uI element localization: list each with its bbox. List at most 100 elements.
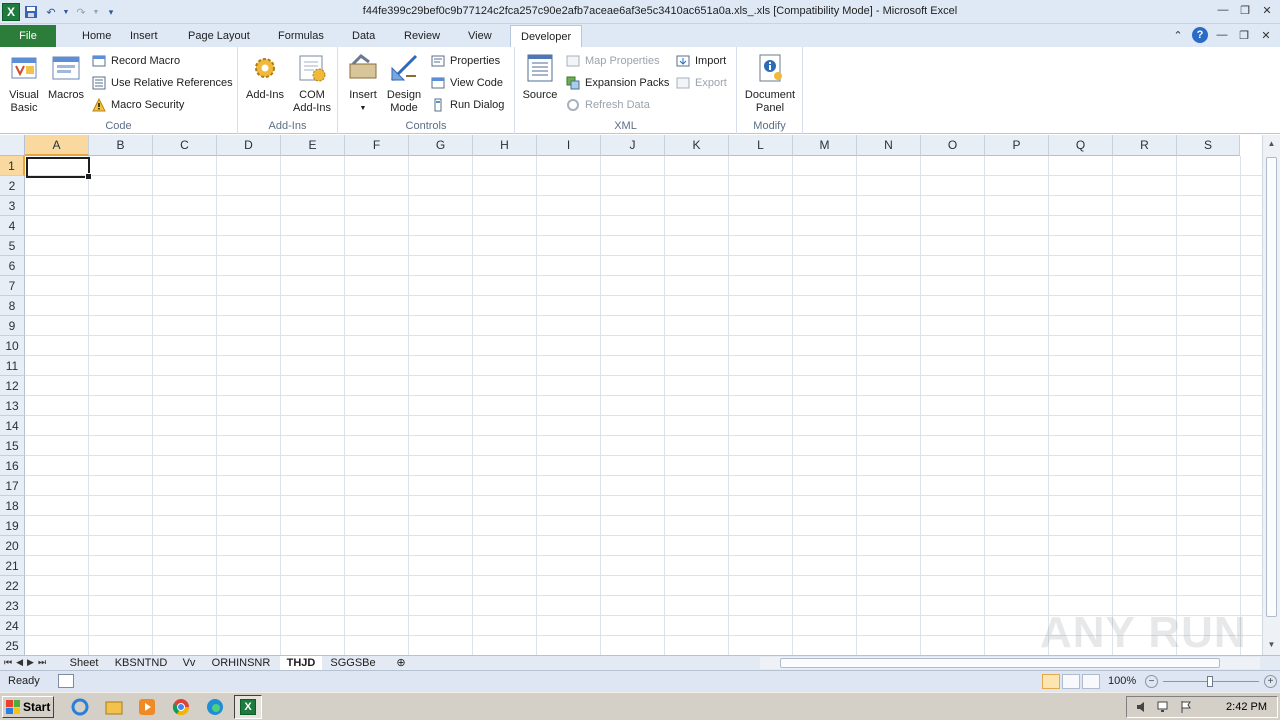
column-header[interactable]: N <box>857 135 921 156</box>
tab-insert[interactable]: Insert <box>120 25 168 47</box>
row-header[interactable]: 25 <box>0 636 25 656</box>
tab-formulas[interactable]: Formulas <box>268 25 334 47</box>
sheet-tab[interactable]: Sheet <box>66 656 102 670</box>
workbook-close-icon[interactable]: ✕ <box>1258 27 1274 43</box>
insert-controls-button[interactable]: Insert ▼ <box>344 51 382 115</box>
column-header[interactable]: F <box>345 135 409 156</box>
sheet-tab-active[interactable]: THJD <box>280 656 322 670</box>
row-header[interactable]: 19 <box>0 516 25 536</box>
column-header[interactable]: C <box>153 135 217 156</box>
restore-button[interactable]: ❐ <box>1236 2 1254 18</box>
row-header[interactable]: 20 <box>0 536 25 556</box>
edge-icon[interactable] <box>205 697 225 717</box>
row-header[interactable]: 4 <box>0 216 25 236</box>
zoom-in-icon[interactable]: + <box>1264 675 1277 688</box>
column-header[interactable]: H <box>473 135 537 156</box>
volume-icon[interactable] <box>1135 700 1149 714</box>
column-header[interactable]: S <box>1177 135 1240 156</box>
action-center-flag-icon[interactable] <box>1179 700 1193 714</box>
column-header[interactable]: Q <box>1049 135 1113 156</box>
column-header[interactable]: K <box>665 135 729 156</box>
expansion-packs-button[interactable]: Expansion Packs <box>565 74 669 92</box>
sheet-tab[interactable]: SGGSBe <box>328 656 378 670</box>
tab-view[interactable]: View <box>458 25 502 47</box>
scroll-down-icon[interactable]: ▼ <box>1266 640 1277 651</box>
export-button[interactable]: Export <box>675 74 727 92</box>
row-header[interactable]: 13 <box>0 396 25 416</box>
column-header[interactable]: G <box>409 135 473 156</box>
sheet-tab[interactable]: Vv <box>178 656 200 670</box>
active-cell[interactable] <box>26 157 92 180</box>
media-player-icon[interactable] <box>137 697 157 717</box>
close-button[interactable]: ✕ <box>1258 2 1276 18</box>
addins-button[interactable]: Add-Ins <box>244 51 286 102</box>
minimize-button[interactable]: — <box>1214 2 1232 18</box>
row-header[interactable]: 12 <box>0 376 25 396</box>
zoom-out-icon[interactable]: − <box>1145 675 1158 688</box>
first-sheet-icon[interactable]: ⏮ <box>4 657 12 668</box>
row-header[interactable]: 3 <box>0 196 25 216</box>
design-mode-button[interactable]: Design Mode <box>384 51 424 115</box>
row-header[interactable]: 11 <box>0 356 25 376</box>
record-macro-button[interactable]: Record Macro <box>91 52 180 70</box>
tab-developer[interactable]: Developer <box>510 25 583 48</box>
horizontal-scroll-thumb[interactable] <box>780 658 1220 668</box>
tab-page-layout[interactable]: Page Layout <box>178 25 260 47</box>
com-addins-button[interactable]: COM Add-Ins <box>290 51 334 115</box>
row-header[interactable]: 23 <box>0 596 25 616</box>
column-header[interactable]: O <box>921 135 985 156</box>
use-relative-references-button[interactable]: Use Relative References <box>91 74 233 92</box>
row-header[interactable]: 17 <box>0 476 25 496</box>
row-header[interactable]: 8 <box>0 296 25 316</box>
source-button[interactable]: Source <box>521 51 559 102</box>
normal-view-button[interactable] <box>1042 674 1060 689</box>
excel-taskbar-icon[interactable]: X <box>234 695 262 719</box>
vertical-scrollbar[interactable]: ▲ ▼ <box>1262 135 1280 655</box>
workbook-restore-icon[interactable]: ❐ <box>1236 27 1252 43</box>
clock[interactable]: 2:42 PM <box>1226 701 1267 713</box>
select-all-corner[interactable] <box>0 135 25 156</box>
run-dialog-button[interactable]: Run Dialog <box>430 96 504 114</box>
column-header[interactable]: A <box>25 135 89 156</box>
sheet-tab[interactable]: ORHINSNR <box>208 656 274 670</box>
folder-icon[interactable] <box>104 697 124 717</box>
help-icon[interactable]: ? <box>1192 27 1208 43</box>
macro-record-status-icon[interactable] <box>58 674 74 688</box>
row-header[interactable]: 1 <box>0 156 25 176</box>
workbook-minimize-icon[interactable]: — <box>1214 27 1230 43</box>
tab-review[interactable]: Review <box>394 25 450 47</box>
vertical-scroll-thumb[interactable] <box>1266 157 1277 617</box>
scroll-up-icon[interactable]: ▲ <box>1266 139 1277 150</box>
view-code-button[interactable]: View Code <box>430 74 503 92</box>
chrome-icon[interactable] <box>171 697 191 717</box>
row-header[interactable]: 6 <box>0 256 25 276</box>
macro-security-button[interactable]: Macro Security <box>91 96 184 114</box>
row-header[interactable]: 14 <box>0 416 25 436</box>
column-header[interactable]: B <box>89 135 153 156</box>
row-header[interactable]: 15 <box>0 436 25 456</box>
column-header[interactable]: I <box>537 135 601 156</box>
row-header[interactable]: 22 <box>0 576 25 596</box>
refresh-data-button[interactable]: Refresh Data <box>565 96 650 114</box>
prev-sheet-icon[interactable]: ◀ <box>16 657 23 668</box>
zoom-level[interactable]: 100% <box>1108 675 1136 687</box>
column-header[interactable]: L <box>729 135 793 156</box>
cell-grid[interactable] <box>25 156 1262 656</box>
row-header[interactable]: 21 <box>0 556 25 576</box>
column-header[interactable]: M <box>793 135 857 156</box>
row-header[interactable]: 7 <box>0 276 25 296</box>
macros-button[interactable]: Macros <box>46 51 86 102</box>
insert-sheet-icon[interactable]: ⊕ <box>392 656 410 670</box>
row-header[interactable]: 9 <box>0 316 25 336</box>
minimize-ribbon-icon[interactable]: ⌃ <box>1170 27 1186 43</box>
row-header[interactable]: 2 <box>0 176 25 196</box>
properties-button[interactable]: Properties <box>430 52 500 70</box>
zoom-slider[interactable]: − + <box>1145 674 1277 690</box>
tab-home[interactable]: Home <box>72 25 121 47</box>
row-header[interactable]: 24 <box>0 616 25 636</box>
last-sheet-icon[interactable]: ⏭ <box>38 657 46 668</box>
visual-basic-button[interactable]: Visual Basic <box>4 51 44 115</box>
zoom-knob[interactable] <box>1207 676 1213 687</box>
tab-file[interactable]: File <box>0 25 56 47</box>
row-header[interactable]: 18 <box>0 496 25 516</box>
